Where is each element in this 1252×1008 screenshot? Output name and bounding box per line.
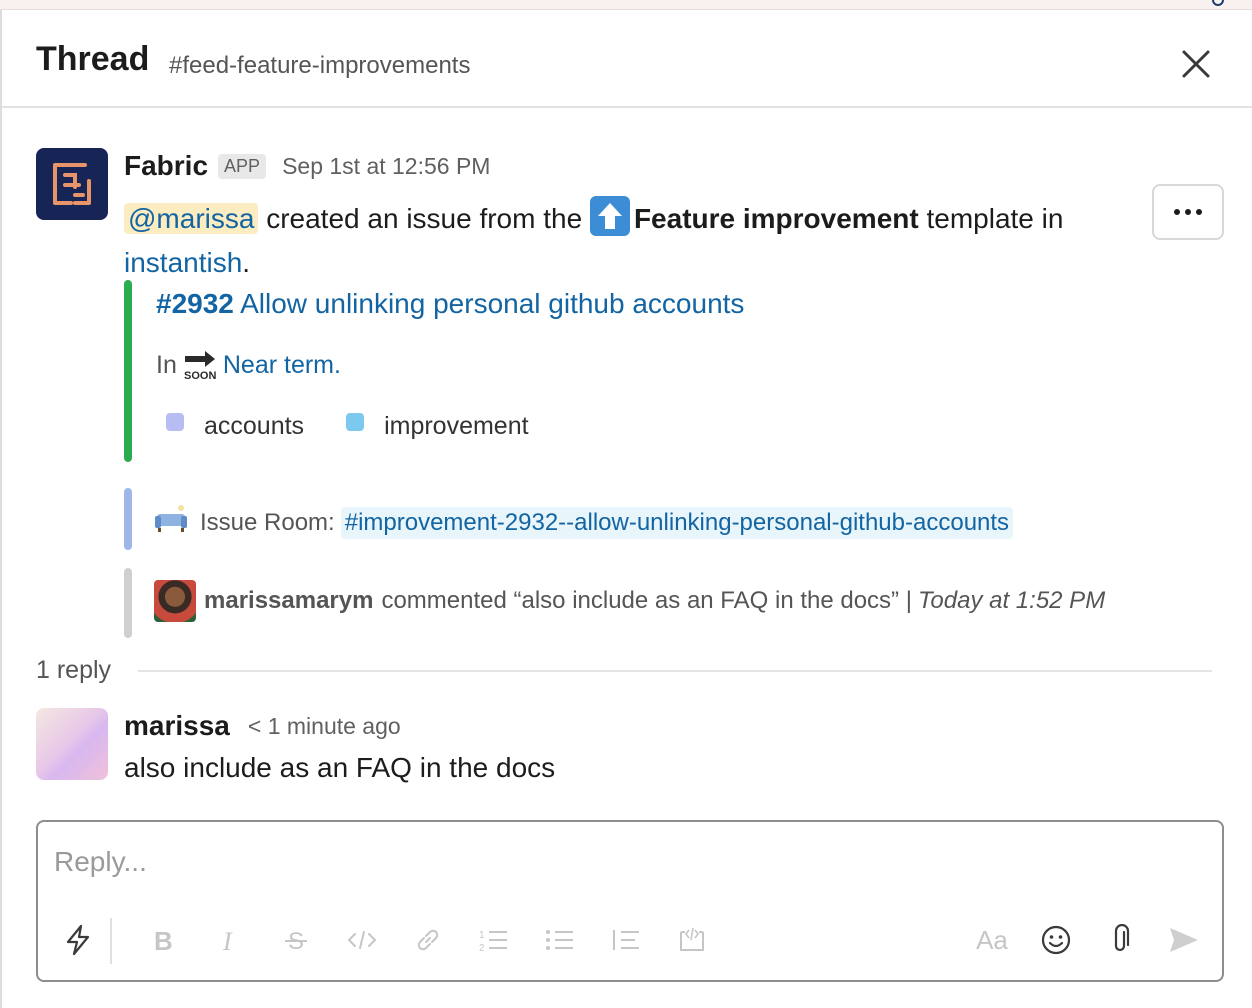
close-icon[interactable] [1174,42,1218,86]
svg-text:1: 1 [479,930,485,941]
reply-timestamp[interactable]: < 1 minute ago [248,713,401,740]
tag-color-swatch [346,412,365,431]
status-end: . [334,350,341,379]
strikethrough-icon[interactable]: S [276,920,316,960]
tag-color-swatch [166,412,184,431]
user-mention[interactable]: @marissa [124,203,259,234]
issue-title-link[interactable]: #2932 Allow unlinking personal github ac… [156,288,744,320]
status-link[interactable]: Near term [223,351,334,380]
reply-count: 1 reply [36,656,112,684]
reply-sender[interactable]: marissa [124,710,230,742]
message-text-part: created an issue from the [258,203,590,234]
link-icon[interactable] [408,920,448,960]
composer-toolbar: B I S 12 Aa [38,914,1222,970]
reply-divider [138,670,1212,672]
issue-room-label: Issue Room: [200,508,335,536]
issue-number[interactable]: #2932 [156,288,234,319]
commenter-avatar[interactable] [154,580,196,622]
code-icon[interactable] [342,920,382,960]
reply-avatar[interactable] [36,708,108,780]
status-dot [1212,0,1224,6]
comment-line: marissamarym commented “also include as … [154,580,1105,622]
issue-room-bar [124,488,132,550]
tag-improvement[interactable]: improvement [346,412,529,441]
svg-text:2: 2 [479,943,485,953]
paperclip-icon[interactable] [1100,920,1140,960]
window-top-strip [0,0,1252,10]
format-toggle-label: Aa [976,924,1008,955]
thread-header: Thread #feed-feature-improvements [2,10,1252,108]
message-text: @marissa created an issue from the Featu… [124,196,1124,285]
message-header: Fabric APP Sep 1st at 12:56 PM [124,146,490,186]
issue-attachment-bar [124,280,132,462]
bullet-list-icon[interactable] [540,920,580,960]
more-horizontal-icon [1174,209,1202,215]
thread-panel: Thread #feed-feature-improvements Fabric… [0,10,1252,1008]
thread-title: Thread [36,40,150,78]
comment-bar [124,568,132,638]
couch-icon [154,504,188,541]
fabric-logo-icon [53,163,91,205]
template-name: Feature improvement [633,203,919,234]
svg-text:SOON: SOON [184,370,216,380]
italic-icon[interactable]: I [210,920,250,960]
bold-icon[interactable]: B [144,920,184,960]
issue-status-line: In SOON Near term. [156,350,341,383]
thread-channel-name[interactable]: #feed-feature-improvements [169,52,470,80]
tag-label: accounts [204,412,305,440]
app-badge: APP [218,153,267,179]
tag-label: improvement [384,412,529,440]
ordered-list-icon[interactable]: 12 [474,920,514,960]
code-block-icon[interactable] [672,920,712,960]
reply-composer: B I S 12 [36,820,1224,982]
issue-title[interactable]: Allow unlinking personal github accounts [234,288,744,319]
emoji-icon[interactable] [1036,920,1076,960]
message-text-part: . [242,247,251,278]
svg-text:B: B [154,927,173,953]
more-actions-button[interactable] [1152,184,1224,240]
message-text-part: template in [918,203,1064,234]
soon-arrow-icon: SOON [183,350,217,382]
tag-accounts[interactable]: accounts [166,412,304,441]
comment-text: commented “also include as an FAQ in the… [381,587,912,614]
format-toggle-button[interactable]: Aa [970,920,1014,960]
toolbar-separator [110,918,112,964]
reply-header: marissa < 1 minute ago [124,706,401,746]
in-label: In [156,350,177,379]
issue-room-line: Issue Room: #improvement-2932--allow-unl… [154,504,1014,541]
issue-room-channel[interactable]: #improvement-2932--allow-unlinking-perso… [340,506,1014,539]
reply-text: also include as an FAQ in the docs [124,752,556,783]
lightning-icon[interactable] [58,920,98,960]
reply-input[interactable] [54,844,1154,880]
svg-text:I: I [222,927,233,953]
issue-tags: accounts improvement [166,412,571,441]
blockquote-icon[interactable] [606,920,646,960]
message-sender[interactable]: Fabric [124,150,208,182]
project-link[interactable]: instantish [124,247,242,278]
fabric-app-avatar[interactable] [36,148,108,220]
message-timestamp[interactable]: Sep 1st at 12:56 PM [282,153,490,180]
commenter-name[interactable]: marissamarym [204,587,373,615]
up-arrow-emoji-icon [589,196,630,236]
send-icon[interactable] [1164,920,1204,960]
comment-time: Today at 1:52 PM [917,587,1106,614]
